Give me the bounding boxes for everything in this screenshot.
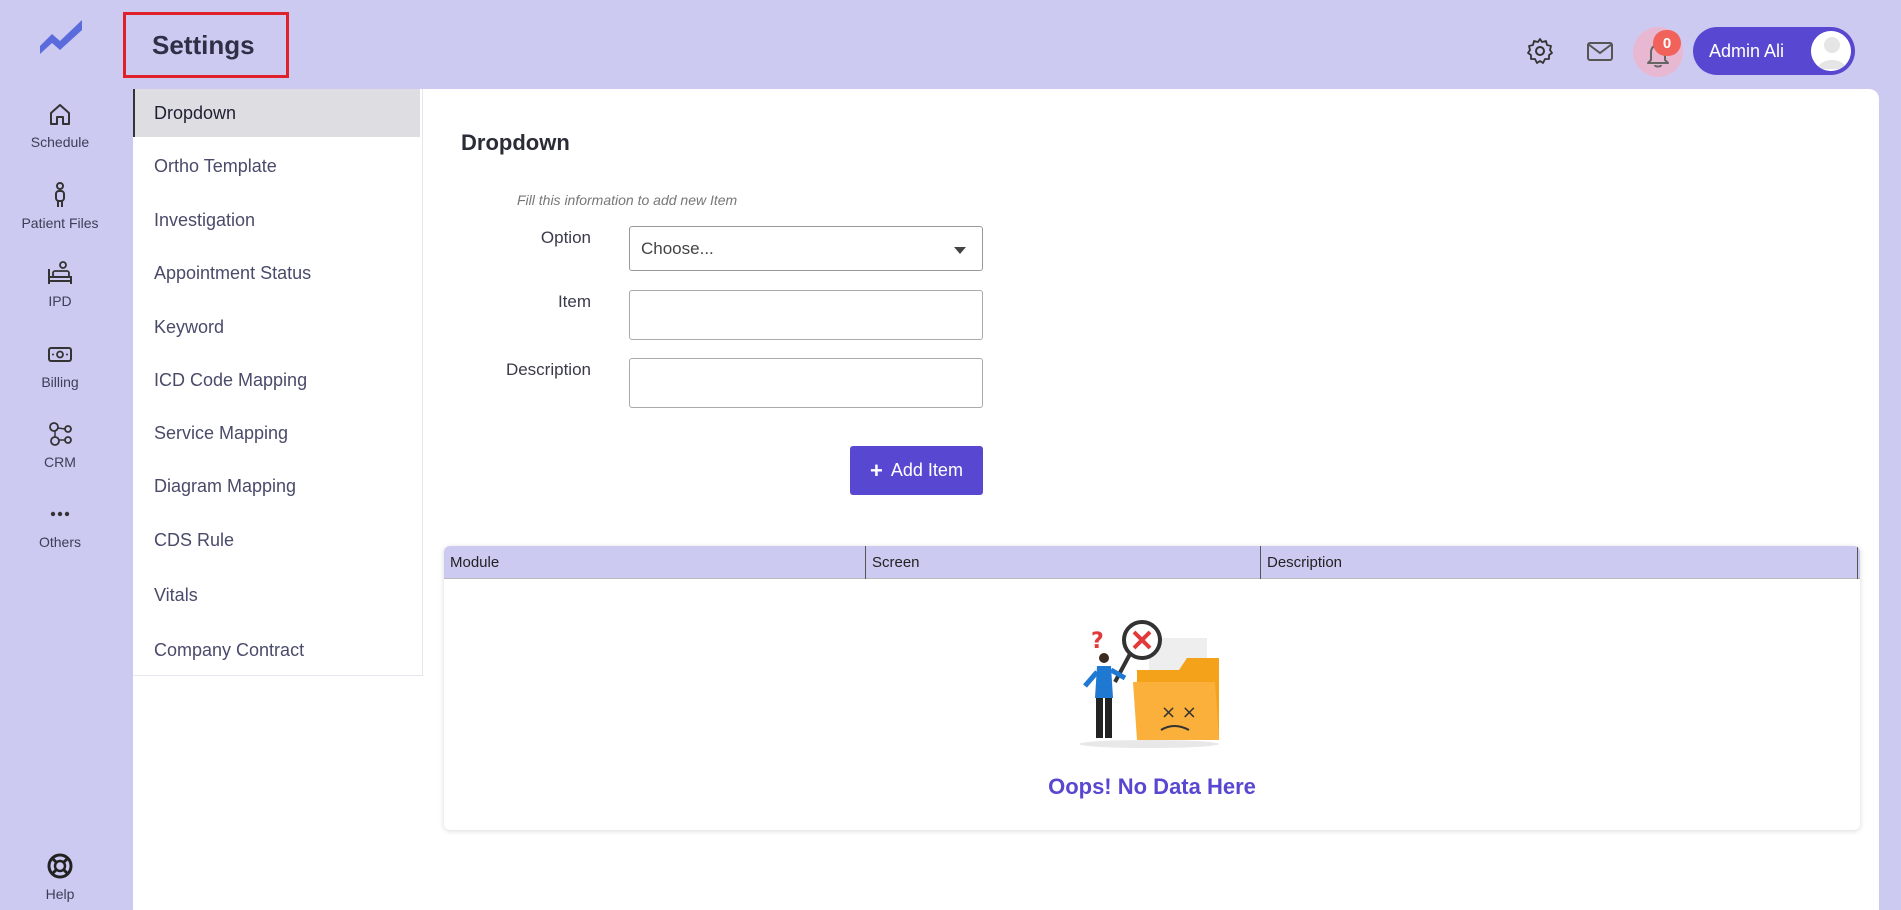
rail-item-schedule[interactable]: Schedule xyxy=(0,100,120,150)
description-label: Description xyxy=(505,360,591,379)
rail-item-patient-files[interactable]: Patient Files xyxy=(0,181,120,231)
rail-item-others[interactable]: Others xyxy=(0,500,120,550)
item-input[interactable] xyxy=(629,290,983,340)
add-item-label: Add Item xyxy=(890,460,963,480)
items-table: Module Screen Description × × ? Oops! No… xyxy=(444,546,1860,830)
submenu-item-ortho-template[interactable]: Ortho Template xyxy=(133,142,420,190)
section-title: Dropdown xyxy=(461,130,570,155)
page-title: Settings xyxy=(152,29,255,60)
person-icon xyxy=(55,182,65,207)
empty-state-message: Oops! No Data Here xyxy=(1048,774,1256,799)
option-select[interactable]: Choose... xyxy=(629,226,983,271)
page-title-box: Settings xyxy=(123,12,289,78)
submenu-item-icd-code-mapping[interactable]: ICD Code Mapping xyxy=(133,356,420,404)
money-icon xyxy=(48,347,72,362)
lifebuoy-icon xyxy=(47,853,73,879)
add-item-button[interactable]: + Add Item xyxy=(850,446,983,495)
column-header-module[interactable]: Module xyxy=(444,546,866,579)
rail-item-help[interactable]: Help xyxy=(0,852,120,902)
submenu-item-appointment-status[interactable]: Appointment Status xyxy=(133,249,420,297)
home-icon xyxy=(50,104,70,125)
plus-icon: + xyxy=(870,457,883,483)
column-header-description[interactable]: Description xyxy=(1261,546,1858,579)
submenu-item-company-contract[interactable]: Company Contract xyxy=(133,626,420,674)
user-menu-button[interactable]: Admin Ali xyxy=(1693,27,1855,75)
submenu-item-label: Vitals xyxy=(154,584,198,605)
submenu-item-label: Appointment Status xyxy=(154,262,312,283)
caret-down-icon xyxy=(954,247,966,254)
rail-item-billing[interactable]: Billing xyxy=(0,340,120,390)
bed-icon xyxy=(48,261,72,284)
submenu-item-label: Diagram Mapping xyxy=(154,475,297,496)
svg-text:× ×: × × xyxy=(1161,702,1197,723)
submenu-item-investigation[interactable]: Investigation xyxy=(133,196,420,244)
submenu-item-vitals[interactable]: Vitals xyxy=(133,571,420,619)
submenu-item-label: Dropdown xyxy=(154,102,237,123)
notification-count-badge: 0 xyxy=(1653,30,1681,56)
form-hint: Fill this information to add new Item xyxy=(517,192,738,208)
rail-item-label: IPD xyxy=(48,293,72,309)
app-logo-icon[interactable] xyxy=(38,16,84,54)
submenu-item-service-mapping[interactable]: Service Mapping xyxy=(133,409,420,457)
no-data-illustration: × × ? xyxy=(1079,620,1219,748)
option-select-value: Choose... xyxy=(641,238,714,258)
svg-text:?: ? xyxy=(1091,629,1104,654)
submenu-item-label: ICD Code Mapping xyxy=(154,369,308,390)
rail-item-label: Schedule xyxy=(30,134,90,150)
rail-item-label: CRM xyxy=(44,454,76,470)
column-header-screen[interactable]: Screen xyxy=(866,546,1261,579)
network-icon xyxy=(49,422,72,446)
submenu-item-label: Investigation xyxy=(154,209,256,230)
item-label: Item xyxy=(557,292,591,311)
submenu-item-label: Company Contract xyxy=(154,639,305,660)
description-input[interactable] xyxy=(629,358,983,408)
submenu-item-label: CDS Rule xyxy=(154,529,235,550)
settings-submenu: Dropdown Ortho Template Investigation Ap… xyxy=(133,89,423,676)
submenu-item-cds-rule[interactable]: CDS Rule xyxy=(133,516,420,564)
submenu-item-keyword[interactable]: Keyword xyxy=(133,303,420,351)
user-name: Admin Ali xyxy=(1709,40,1785,61)
user-avatar-icon xyxy=(1811,31,1851,71)
rail-item-crm[interactable]: CRM xyxy=(0,420,120,470)
option-label: Option xyxy=(540,228,591,247)
table-header: Module Screen Description xyxy=(444,546,1860,579)
rail-item-label: Patient Files xyxy=(21,215,99,231)
submenu-item-label: Service Mapping xyxy=(154,422,289,443)
submenu-item-dropdown[interactable]: Dropdown xyxy=(133,89,420,137)
submenu-item-diagram-mapping[interactable]: Diagram Mapping xyxy=(133,462,420,510)
submenu-item-label: Keyword xyxy=(154,316,225,337)
more-icon xyxy=(50,511,70,517)
rail-item-ipd[interactable]: IPD xyxy=(0,259,120,309)
submenu-item-label: Ortho Template xyxy=(154,155,277,176)
avatar xyxy=(1811,31,1851,71)
left-navigation-rail: Schedule Patient Files IPD Billing CRM O… xyxy=(0,0,133,910)
gear-icon[interactable] xyxy=(1525,36,1555,66)
rail-item-label: Billing xyxy=(41,374,79,390)
mail-icon[interactable] xyxy=(1585,36,1615,66)
rail-item-label: Others xyxy=(38,534,81,550)
rail-item-label: Help xyxy=(45,886,75,902)
